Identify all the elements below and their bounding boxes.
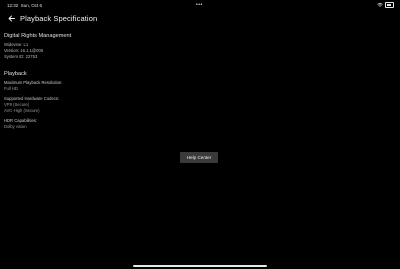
- wifi-icon: [377, 2, 383, 7]
- page-title: Playback Specification: [20, 13, 98, 23]
- drm-section-title: Digital Rights Management: [4, 33, 72, 39]
- help-center-button[interactable]: Help Center: [180, 152, 218, 163]
- status-bar: 12:32 Sun, Oct 6 •••: [0, 2, 400, 10]
- page-header: Playback Specification: [6, 12, 97, 24]
- status-icons: [377, 2, 394, 8]
- status-date: Sun, Oct 6: [20, 3, 43, 8]
- playback-section: Playback Maximum Playback Resolution: Fu…: [4, 71, 62, 130]
- home-indicator[interactable]: [133, 265, 267, 267]
- multitask-dots[interactable]: •••: [196, 2, 203, 8]
- arrow-left-icon: [8, 15, 15, 21]
- battery-icon: [385, 2, 394, 8]
- playback-spec-screen: 12:32 Sun, Oct 6 ••• Playback Specificat…: [0, 0, 400, 269]
- drm-system-id: System ID: 22753: [4, 54, 38, 59]
- status-time-date: 12:32 Sun, Oct 6: [7, 3, 42, 8]
- drm-section: Digital Rights Management Widevine: L1 V…: [4, 33, 71, 60]
- status-time: 12:32: [7, 3, 19, 8]
- back-button[interactable]: [6, 13, 16, 23]
- hdr-value: Dolby vision: [4, 124, 27, 129]
